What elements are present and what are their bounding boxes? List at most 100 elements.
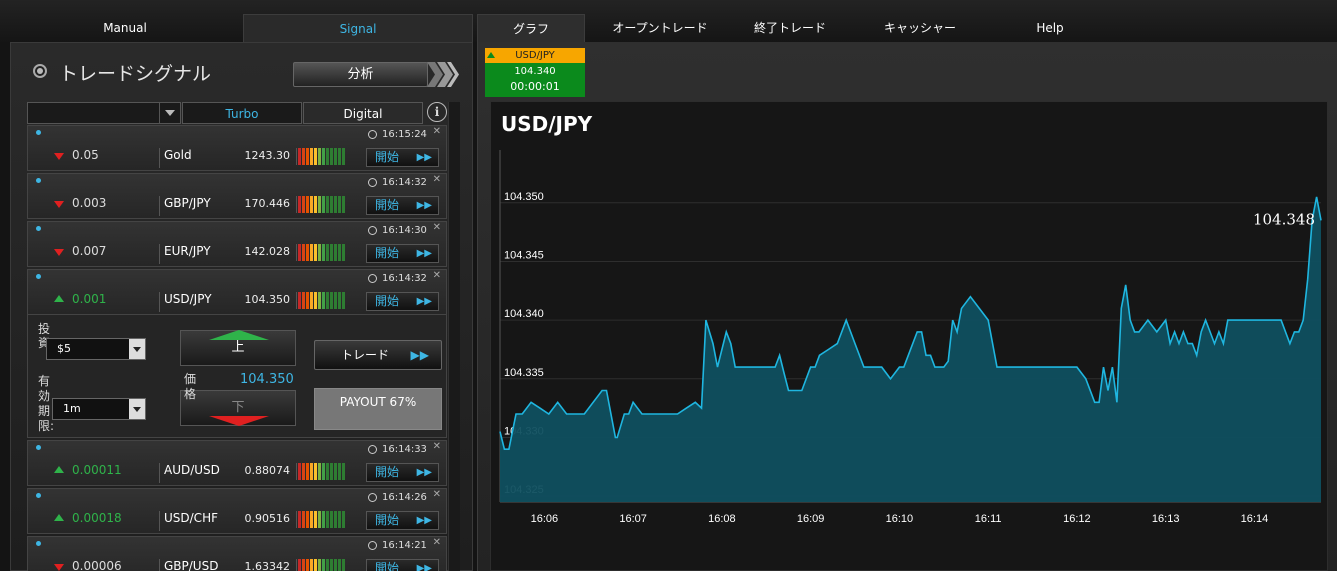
status-dot	[36, 178, 41, 183]
close-icon[interactable]: ✕	[433, 441, 441, 452]
strength-meter	[296, 196, 352, 213]
signal-time: 16:14:33	[382, 444, 427, 455]
status-dot	[36, 226, 41, 231]
tab-closed-trades[interactable]: 終了トレード	[730, 14, 850, 42]
signal-change: 0.001	[72, 292, 107, 306]
strength-meter	[296, 559, 352, 571]
close-icon[interactable]: ✕	[433, 270, 441, 281]
meter-bar	[306, 244, 309, 261]
tab-chart[interactable]: グラフ	[477, 14, 585, 42]
fast-forward-icon: ▶▶	[416, 563, 432, 571]
signal-change: 0.007	[72, 244, 107, 258]
start-button[interactable]: 開始 ▶▶	[366, 148, 439, 167]
signal-time: 16:14:26	[382, 492, 427, 503]
asset-filter-dropdown[interactable]	[27, 102, 179, 124]
x-tick-label: 16:09	[797, 513, 825, 525]
signal-row[interactable]: ✕ 16:14:33 0.00011 AUD/USD 0.88074 開始 ▶▶	[27, 440, 447, 486]
signal-time: 16:15:24	[382, 129, 427, 140]
meter-bar	[302, 559, 305, 571]
signal-row[interactable]: ✕ 16:14:21 0.00006 GBP/USD 1.63342 開始 ▶▶	[27, 536, 447, 571]
start-button[interactable]: 開始 ▶▶	[366, 511, 439, 530]
chevron-down-icon[interactable]	[159, 102, 181, 124]
expiry-select[interactable]: 1m	[52, 398, 146, 420]
start-button[interactable]: 開始 ▶▶	[366, 244, 439, 263]
info-icon[interactable]: i	[427, 102, 447, 122]
meter-bar	[306, 292, 309, 309]
signal-row[interactable]: ✕ 16:14:32 0.001 USD/JPY 104.350 開始 ▶▶	[27, 269, 447, 315]
meter-bar	[306, 511, 309, 528]
trade-button[interactable]: トレード ▶▶	[314, 340, 442, 370]
investment-value: $5	[57, 342, 71, 355]
list-scrollbar[interactable]	[448, 102, 460, 571]
x-tick-label: 16:10	[886, 513, 914, 525]
close-icon[interactable]: ✕	[433, 222, 441, 233]
status-dot	[36, 445, 41, 450]
signal-time: 16:14:32	[382, 177, 427, 188]
chart-svg: 104.325104.330104.335104.340104.345104.3…	[499, 150, 1322, 525]
call-up-button[interactable]: 上	[180, 330, 296, 366]
start-button[interactable]: 開始 ▶▶	[366, 463, 439, 482]
tab-turbo[interactable]: Turbo	[182, 102, 302, 124]
tab-cashier[interactable]: キャッシャー	[860, 14, 980, 42]
clock-icon	[368, 541, 377, 550]
clock-icon	[368, 274, 377, 283]
price-label: 価格	[184, 372, 197, 401]
tab-signal[interactable]: Signal	[243, 14, 473, 42]
meter-bar	[318, 196, 321, 213]
meter-bar	[302, 148, 305, 165]
close-icon[interactable]: ✕	[433, 126, 441, 137]
signal-row[interactable]: ✕ 16:15:24 0.05 Gold 1243.30 開始 ▶▶	[27, 125, 447, 171]
status-dot	[36, 493, 41, 498]
start-button[interactable]: 開始 ▶▶	[366, 196, 439, 215]
y-tick-label: 104.335	[504, 367, 544, 379]
meter-bar	[334, 196, 337, 213]
meter-bar	[330, 196, 333, 213]
meter-bar	[326, 148, 329, 165]
meter-bar	[342, 511, 345, 528]
signal-time: 16:14:30	[382, 225, 427, 236]
tab-open-trades[interactable]: オープントレード	[600, 14, 720, 42]
meter-bar	[322, 148, 325, 165]
meter-bar	[326, 292, 329, 309]
tab-manual[interactable]: Manual	[60, 14, 190, 42]
close-icon[interactable]: ✕	[433, 174, 441, 185]
signal-panel: トレードシグナル 分析 Turbo Digital i 投資 $5 有効期限: …	[10, 42, 473, 571]
meter-bar	[330, 463, 333, 480]
start-label: 開始	[375, 561, 400, 571]
meter-bar	[330, 244, 333, 261]
investment-select[interactable]: $5	[46, 338, 146, 360]
fast-forward-icon: ▶▶	[416, 152, 432, 163]
meter-bar	[302, 196, 305, 213]
close-icon[interactable]: ✕	[433, 489, 441, 500]
meter-bar	[338, 244, 341, 261]
close-icon[interactable]: ✕	[433, 537, 441, 548]
ticker-box[interactable]: USD/JPY 104.340 00:00:01	[485, 48, 585, 97]
signal-radio[interactable]	[33, 64, 47, 78]
signal-row[interactable]: ✕ 16:14:30 0.007 EUR/JPY 142.028 開始 ▶▶	[27, 221, 447, 267]
analyze-button[interactable]: 分析	[293, 62, 428, 87]
ticker-symbol: USD/JPY	[515, 50, 555, 61]
signal-row[interactable]: ✕ 16:14:26 0.00018 USD/CHF 0.90516 開始 ▶▶	[27, 488, 447, 534]
strength-meter	[296, 511, 352, 528]
strength-meter	[296, 292, 352, 309]
x-tick-label: 16:13	[1152, 513, 1180, 525]
start-button[interactable]: 開始 ▶▶	[366, 292, 439, 311]
meter-bar	[306, 463, 309, 480]
tab-digital[interactable]: Digital	[303, 102, 423, 124]
meter-bar	[338, 559, 341, 571]
start-label: 開始	[375, 198, 400, 212]
signal-price: 170.446	[244, 197, 291, 210]
start-button[interactable]: 開始 ▶▶	[366, 559, 439, 571]
x-tick-label: 16:11	[975, 513, 1002, 525]
chart-title: USD/JPY	[501, 112, 593, 136]
clock-icon	[368, 445, 377, 454]
status-dot	[36, 274, 41, 279]
filter-tabs: Turbo Digital	[27, 102, 447, 124]
fast-forward-icon: ▶▶	[416, 248, 432, 259]
meter-bar	[322, 463, 325, 480]
meter-bar	[318, 559, 321, 571]
meter-bar	[310, 244, 313, 261]
signal-price: 1243.30	[244, 149, 291, 162]
tab-help[interactable]: Help	[1000, 14, 1100, 42]
signal-row[interactable]: ✕ 16:14:32 0.003 GBP/JPY 170.446 開始 ▶▶	[27, 173, 447, 219]
